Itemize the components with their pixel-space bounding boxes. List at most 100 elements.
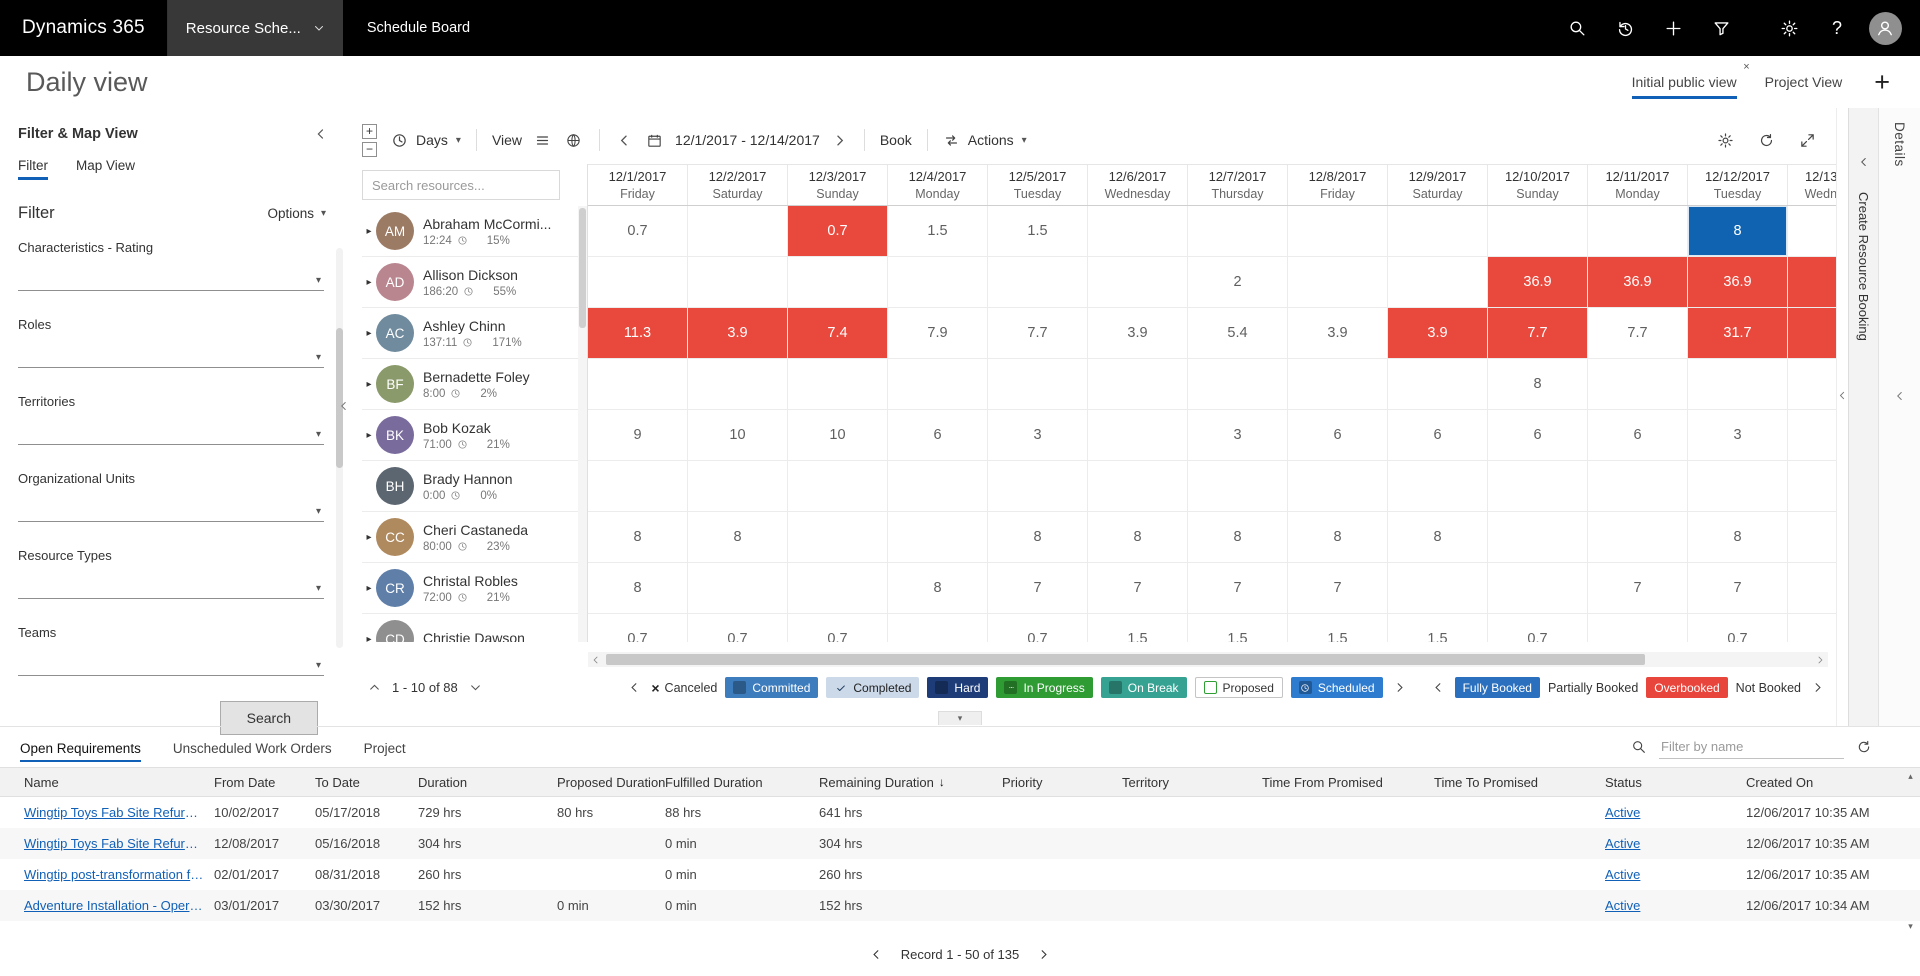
booking-cell[interactable] xyxy=(1488,512,1588,563)
booking-cell[interactable]: 7 xyxy=(1288,563,1388,614)
booking-cell[interactable] xyxy=(688,257,788,308)
expand-resource-icon[interactable]: ▸ xyxy=(362,634,376,643)
booking-cell[interactable]: 8 xyxy=(588,563,688,614)
date-range[interactable]: 12/1/2017 - 12/14/2017 xyxy=(675,132,820,148)
help-icon[interactable]: ? xyxy=(1816,7,1858,49)
pager-up-icon[interactable] xyxy=(368,681,381,694)
booking-cell[interactable] xyxy=(1788,410,1836,461)
cell-status[interactable]: Active xyxy=(1605,867,1746,882)
booking-cell[interactable] xyxy=(1788,614,1836,642)
booking-cell[interactable] xyxy=(1288,359,1388,410)
board-horizontal-scrollbar[interactable] xyxy=(588,652,1828,667)
booking-cell[interactable] xyxy=(588,257,688,308)
column-header-time-from-promised[interactable]: Time From Promised xyxy=(1262,775,1434,790)
booking-cell[interactable] xyxy=(788,461,888,512)
day-column-header[interactable]: 12/13/2017Wednesday xyxy=(1788,165,1836,205)
resource-row[interactable]: ▸ACAshley Chinn137:11171% xyxy=(362,308,578,359)
booking-cell[interactable]: 7.7 xyxy=(1588,308,1688,359)
booking-cell[interactable]: 7 xyxy=(1188,563,1288,614)
create-resource-booking-rail[interactable]: Create Resource Booking xyxy=(1848,108,1878,726)
booking-cell[interactable]: 1.5 xyxy=(1288,614,1388,642)
booking-cell[interactable] xyxy=(1188,359,1288,410)
booking-cell[interactable]: 7 xyxy=(1588,563,1688,614)
booking-cell[interactable] xyxy=(1188,206,1288,257)
scroll-up-icon[interactable]: ▴ xyxy=(1908,771,1913,782)
resource-row[interactable]: ▸CRChristal Robles72:0021% xyxy=(362,563,578,614)
view-tab-project-view[interactable]: Project View xyxy=(1765,68,1843,96)
booking-cell[interactable] xyxy=(988,257,1088,308)
booking-cell[interactable] xyxy=(688,206,788,257)
scroll-down-icon[interactable]: ▾ xyxy=(1908,921,1913,932)
booking-cell[interactable] xyxy=(1488,563,1588,614)
expand-resource-icon[interactable]: ▸ xyxy=(362,277,376,288)
resource-row[interactable]: ▸AMAbraham McCormi...12:2415% xyxy=(362,206,578,257)
scrollbar-thumb[interactable] xyxy=(336,328,343,468)
booking-cell[interactable]: 7.4 xyxy=(788,308,888,359)
column-header-status[interactable]: Status xyxy=(1605,775,1746,790)
booking-cell[interactable]: 8 xyxy=(1488,359,1588,410)
cell-status[interactable]: Active xyxy=(1605,898,1746,913)
booking-cell[interactable]: 7.7 xyxy=(988,308,1088,359)
booking-cell[interactable] xyxy=(1788,563,1836,614)
booking-cell[interactable]: 8 xyxy=(1088,512,1188,563)
close-view-icon[interactable]: × xyxy=(1743,61,1749,73)
list-view-icon[interactable] xyxy=(532,130,553,151)
expand-resource-icon[interactable]: ▸ xyxy=(362,328,376,339)
book-button[interactable]: Book xyxy=(880,132,912,148)
day-column-header[interactable]: 12/7/2017Thursday xyxy=(1188,165,1288,205)
table-row[interactable]: Adventure Installation - Operations...03… xyxy=(0,890,1920,921)
booking-cell[interactable] xyxy=(888,461,988,512)
next-page-icon[interactable] xyxy=(1037,948,1050,961)
filter-icon[interactable] xyxy=(1700,7,1742,49)
day-column-header[interactable]: 12/8/2017Friday xyxy=(1288,165,1388,205)
booking-cell[interactable]: 3.9 xyxy=(688,308,788,359)
booking-cell[interactable] xyxy=(888,614,988,642)
expand-bottom-panel-handle[interactable]: ▾ xyxy=(938,711,982,725)
filter-panel-scrollbar[interactable] xyxy=(336,248,343,648)
booking-cell[interactable]: 5.4 xyxy=(1188,308,1288,359)
booking-cell[interactable]: 3 xyxy=(988,410,1088,461)
booking-cell[interactable]: 0.7 xyxy=(588,614,688,642)
booking-cell[interactable]: 1.5 xyxy=(1188,614,1288,642)
column-header-proposed-duration[interactable]: Proposed Duration xyxy=(557,775,665,790)
cell-status[interactable]: Active xyxy=(1605,805,1746,820)
day-column-header[interactable]: 12/4/2017Monday xyxy=(888,165,988,205)
resource-row[interactable]: ▸CCCheri Castaneda80:0023% xyxy=(362,512,578,563)
map-view-icon[interactable] xyxy=(563,130,584,151)
booking-cell[interactable]: 6 xyxy=(888,410,988,461)
booking-cell[interactable] xyxy=(688,563,788,614)
booking-cell[interactable] xyxy=(1288,206,1388,257)
booking-cell[interactable]: 0.7 xyxy=(788,614,888,642)
column-header-to-date[interactable]: To Date xyxy=(315,775,418,790)
booking-cell[interactable]: 8 xyxy=(1688,206,1788,257)
booking-cell[interactable] xyxy=(1788,461,1836,512)
refresh-board-icon[interactable] xyxy=(1756,130,1777,151)
resource-row[interactable]: ▸ADAllison Dickson186:2055% xyxy=(362,257,578,308)
column-header-time-to-promised[interactable]: Time To Promised xyxy=(1434,775,1605,790)
booking-cell[interactable] xyxy=(988,461,1088,512)
booking-cell[interactable]: 10 xyxy=(788,410,888,461)
booking-cell[interactable] xyxy=(1088,461,1188,512)
resource-row[interactable]: ▸BFBernadette Foley8:002% xyxy=(362,359,578,410)
booking-cell[interactable]: 0.7 xyxy=(988,614,1088,642)
booking-cell[interactable]: 0.7 xyxy=(1688,614,1788,642)
booking-cell[interactable]: 11.3 xyxy=(588,308,688,359)
booking-cell[interactable]: 6 xyxy=(1388,410,1488,461)
add-view-button[interactable]: + xyxy=(1874,69,1890,96)
booking-cell[interactable] xyxy=(1388,563,1488,614)
booking-cell[interactable]: 3 xyxy=(1188,410,1288,461)
booking-cell[interactable]: 6 xyxy=(1488,410,1588,461)
booking-cell[interactable]: 36.9 xyxy=(1688,257,1788,308)
booking-cell[interactable]: 7.7 xyxy=(1488,308,1588,359)
options-button[interactable]: Options ▾ xyxy=(267,206,326,221)
booking-cell[interactable] xyxy=(1388,206,1488,257)
booking-cell[interactable]: 8 xyxy=(1288,512,1388,563)
booking-cell[interactable]: 7 xyxy=(1688,563,1788,614)
booking-cell[interactable]: 3.9 xyxy=(1388,308,1488,359)
expand-details-icon[interactable] xyxy=(1894,390,1906,402)
actions-dropdown[interactable]: Actions ▾ xyxy=(943,132,1027,149)
booking-cell[interactable] xyxy=(1088,359,1188,410)
cell-status[interactable]: Active xyxy=(1605,836,1746,851)
scroll-left-icon[interactable] xyxy=(588,652,604,667)
booking-cell[interactable]: 6 xyxy=(1288,410,1388,461)
